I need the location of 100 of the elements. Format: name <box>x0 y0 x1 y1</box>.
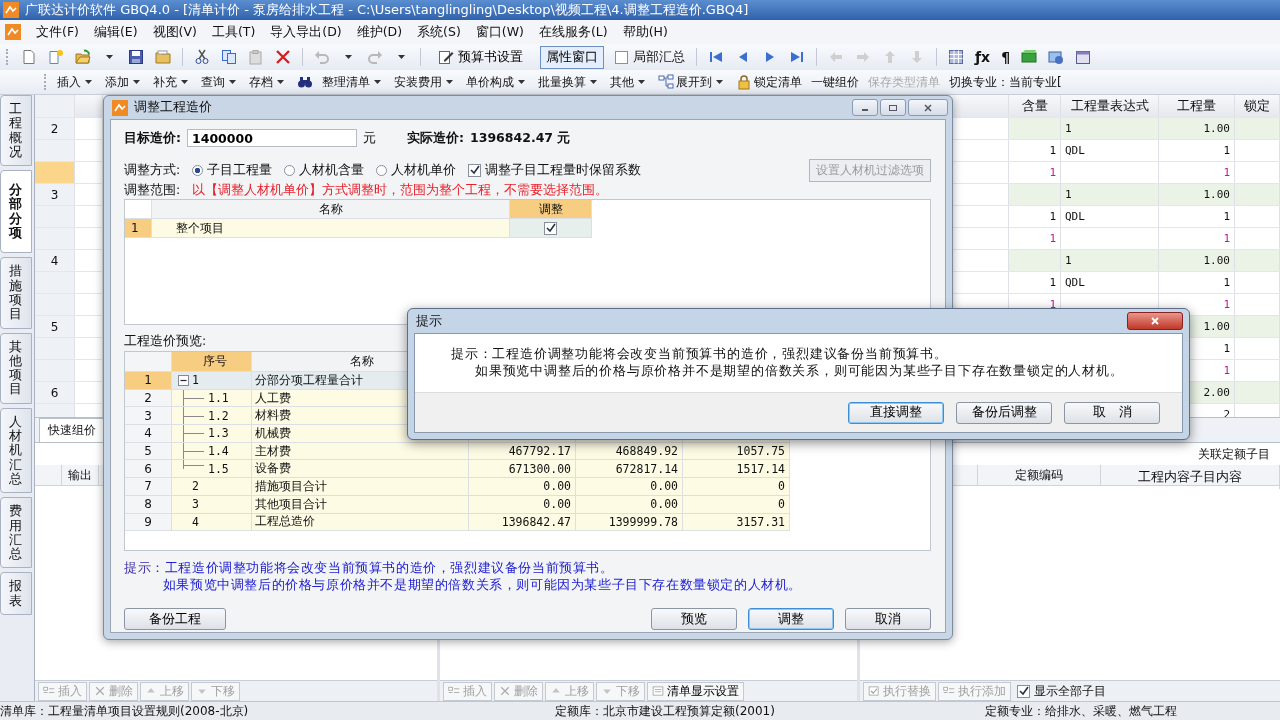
caret-icon[interactable] <box>106 55 113 59</box>
menu-item[interactable]: 维护(D) <box>356 23 403 41</box>
caret-icon[interactable] <box>229 80 236 84</box>
note-icon[interactable] <box>48 49 64 65</box>
radio-button[interactable] <box>284 164 296 176</box>
lock-icon[interactable] <box>736 74 752 90</box>
keep-factor-checkbox[interactable]: 调整子目工程量时保留系数 <box>468 161 642 179</box>
column-header[interactable]: 含量 <box>1009 95 1061 117</box>
toolbar-button[interactable]: 预算书设置 <box>432 45 529 69</box>
command-menu[interactable]: 切换专业：当前专业[ <box>949 73 1062 91</box>
menu-item[interactable]: 帮助(H) <box>622 23 668 41</box>
menu-item[interactable]: 在线服务(L) <box>538 23 608 41</box>
last-page-icon[interactable] <box>789 49 805 65</box>
column-header[interactable]: 锁定 <box>1235 95 1280 117</box>
column-header[interactable]: 序号 <box>172 352 252 372</box>
command-menu[interactable]: 单价构成 <box>466 73 529 91</box>
toolbar-glyph[interactable]: ¶ <box>1001 49 1011 65</box>
checkbox[interactable] <box>544 221 557 235</box>
column-header[interactable]: 名称 <box>152 200 510 219</box>
side-tab[interactable]: 分部分项 <box>0 170 32 254</box>
open-folder-icon[interactable] <box>75 49 91 65</box>
panel-tab[interactable]: 快速组价 <box>39 418 105 442</box>
caret-icon[interactable] <box>446 80 453 84</box>
menu-item[interactable]: 视图(V) <box>152 23 197 41</box>
dialog-button[interactable]: 取消 <box>845 608 931 630</box>
delete-icon[interactable] <box>275 49 291 65</box>
dialog-button[interactable]: 调整 <box>748 608 834 630</box>
radio-option[interactable]: 子目工程量 <box>192 161 273 179</box>
command-menu[interactable]: 补充 <box>153 73 192 91</box>
menu-item[interactable]: 窗口(W) <box>475 23 524 41</box>
command-menu[interactable]: 安装费用 <box>394 73 457 91</box>
cube-icon[interactable] <box>1021 49 1038 65</box>
column-header[interactable]: 调整 <box>510 200 592 219</box>
side-tab[interactable]: 措施项目 <box>0 257 32 329</box>
menu-item[interactable]: 导入导出(D) <box>270 23 342 41</box>
document-icon[interactable] <box>21 49 37 65</box>
toolbar-glyph[interactable]: ƒx <box>975 49 991 65</box>
column-header[interactable]: 工程量表达式 <box>1061 95 1159 117</box>
caret-icon[interactable] <box>374 80 381 84</box>
first-page-icon[interactable] <box>708 49 724 65</box>
menu-item[interactable]: 系统(S) <box>417 23 461 41</box>
menu-item[interactable]: 编辑(E) <box>93 23 138 41</box>
column-header[interactable]: 工程内容子目内容 <box>1101 465 1280 489</box>
caret-icon[interactable] <box>398 55 405 59</box>
column-header[interactable]: 输出 <box>62 465 99 485</box>
caret-icon[interactable] <box>638 80 645 84</box>
radio-option[interactable]: 人材机含量 <box>284 161 365 179</box>
toolbar-button[interactable]: 清单显示设置 <box>647 681 744 701</box>
side-tab[interactable]: 工程概况 <box>0 95 32 167</box>
save-icon[interactable] <box>128 49 144 65</box>
copy-icon[interactable] <box>221 49 237 65</box>
caret-icon[interactable] <box>133 80 140 84</box>
dialog-button[interactable]: 备份工程 <box>124 608 226 630</box>
dialog-button[interactable]: 备份后调整 <box>956 401 1052 424</box>
toolbar-button[interactable]: 属性窗口 <box>540 45 604 69</box>
command-menu[interactable]: 一键组价 <box>811 73 859 91</box>
radio-button[interactable] <box>376 164 388 176</box>
table-icon[interactable] <box>948 49 964 65</box>
command-menu[interactable]: 整理清单 <box>322 73 385 91</box>
checkbox[interactable] <box>1017 684 1030 698</box>
target-cost-field[interactable]: 1400000 <box>187 129 357 147</box>
side-tab[interactable]: 人材机汇总 <box>0 407 32 494</box>
command-menu[interactable]: 添加 <box>105 73 144 91</box>
maximize-button[interactable] <box>880 99 906 116</box>
show-all-checkbox[interactable]: 显示全部子目 <box>1017 682 1106 700</box>
command-menu[interactable]: 存档 <box>249 73 288 91</box>
collapse-toggle-icon[interactable] <box>178 374 189 386</box>
radio-option[interactable]: 人材机单价 <box>376 161 457 179</box>
menu-item[interactable]: 文件(F) <box>36 23 79 41</box>
command-menu[interactable]: 展开到 <box>676 73 727 91</box>
menu-item[interactable]: 工具(T) <box>211 23 256 41</box>
caret-icon[interactable] <box>345 55 352 59</box>
scissors-icon[interactable] <box>194 49 210 65</box>
command-menu[interactable]: 锁定清单 <box>754 73 802 91</box>
tree-icon[interactable] <box>658 74 674 90</box>
dialog-button[interactable]: 预览 <box>651 608 737 630</box>
calendar-icon[interactable] <box>1075 49 1092 65</box>
command-menu[interactable]: 批量换算 <box>538 73 601 91</box>
checkbox[interactable] <box>615 50 628 64</box>
caret-icon[interactable] <box>716 80 723 84</box>
folder-icon[interactable] <box>155 49 171 65</box>
minimize-button[interactable] <box>852 99 878 116</box>
side-tab[interactable]: 其他项目 <box>0 332 32 404</box>
caret-icon[interactable] <box>518 80 525 84</box>
checkbox[interactable] <box>468 163 482 177</box>
search-icon[interactable] <box>297 74 313 90</box>
caret-icon[interactable] <box>277 80 284 84</box>
command-menu[interactable]: 其他 <box>610 73 649 91</box>
caret-icon[interactable] <box>181 80 188 84</box>
dialog-button[interactable]: 直接调整 <box>848 401 944 424</box>
image-icon[interactable] <box>1048 49 1065 65</box>
toolbar-checkbox[interactable]: 局部汇总 <box>615 48 685 66</box>
command-menu[interactable]: 查询 <box>201 73 240 91</box>
column-header[interactable]: 工程量 <box>1159 95 1235 117</box>
clipboard-icon[interactable] <box>248 49 264 65</box>
side-tab[interactable]: 费用汇总 <box>0 497 32 569</box>
radio-button[interactable] <box>192 164 204 176</box>
dialog-button[interactable]: 取 消 <box>1064 401 1160 424</box>
side-tab[interactable]: 报表 <box>0 572 32 615</box>
caret-icon[interactable] <box>590 80 597 84</box>
